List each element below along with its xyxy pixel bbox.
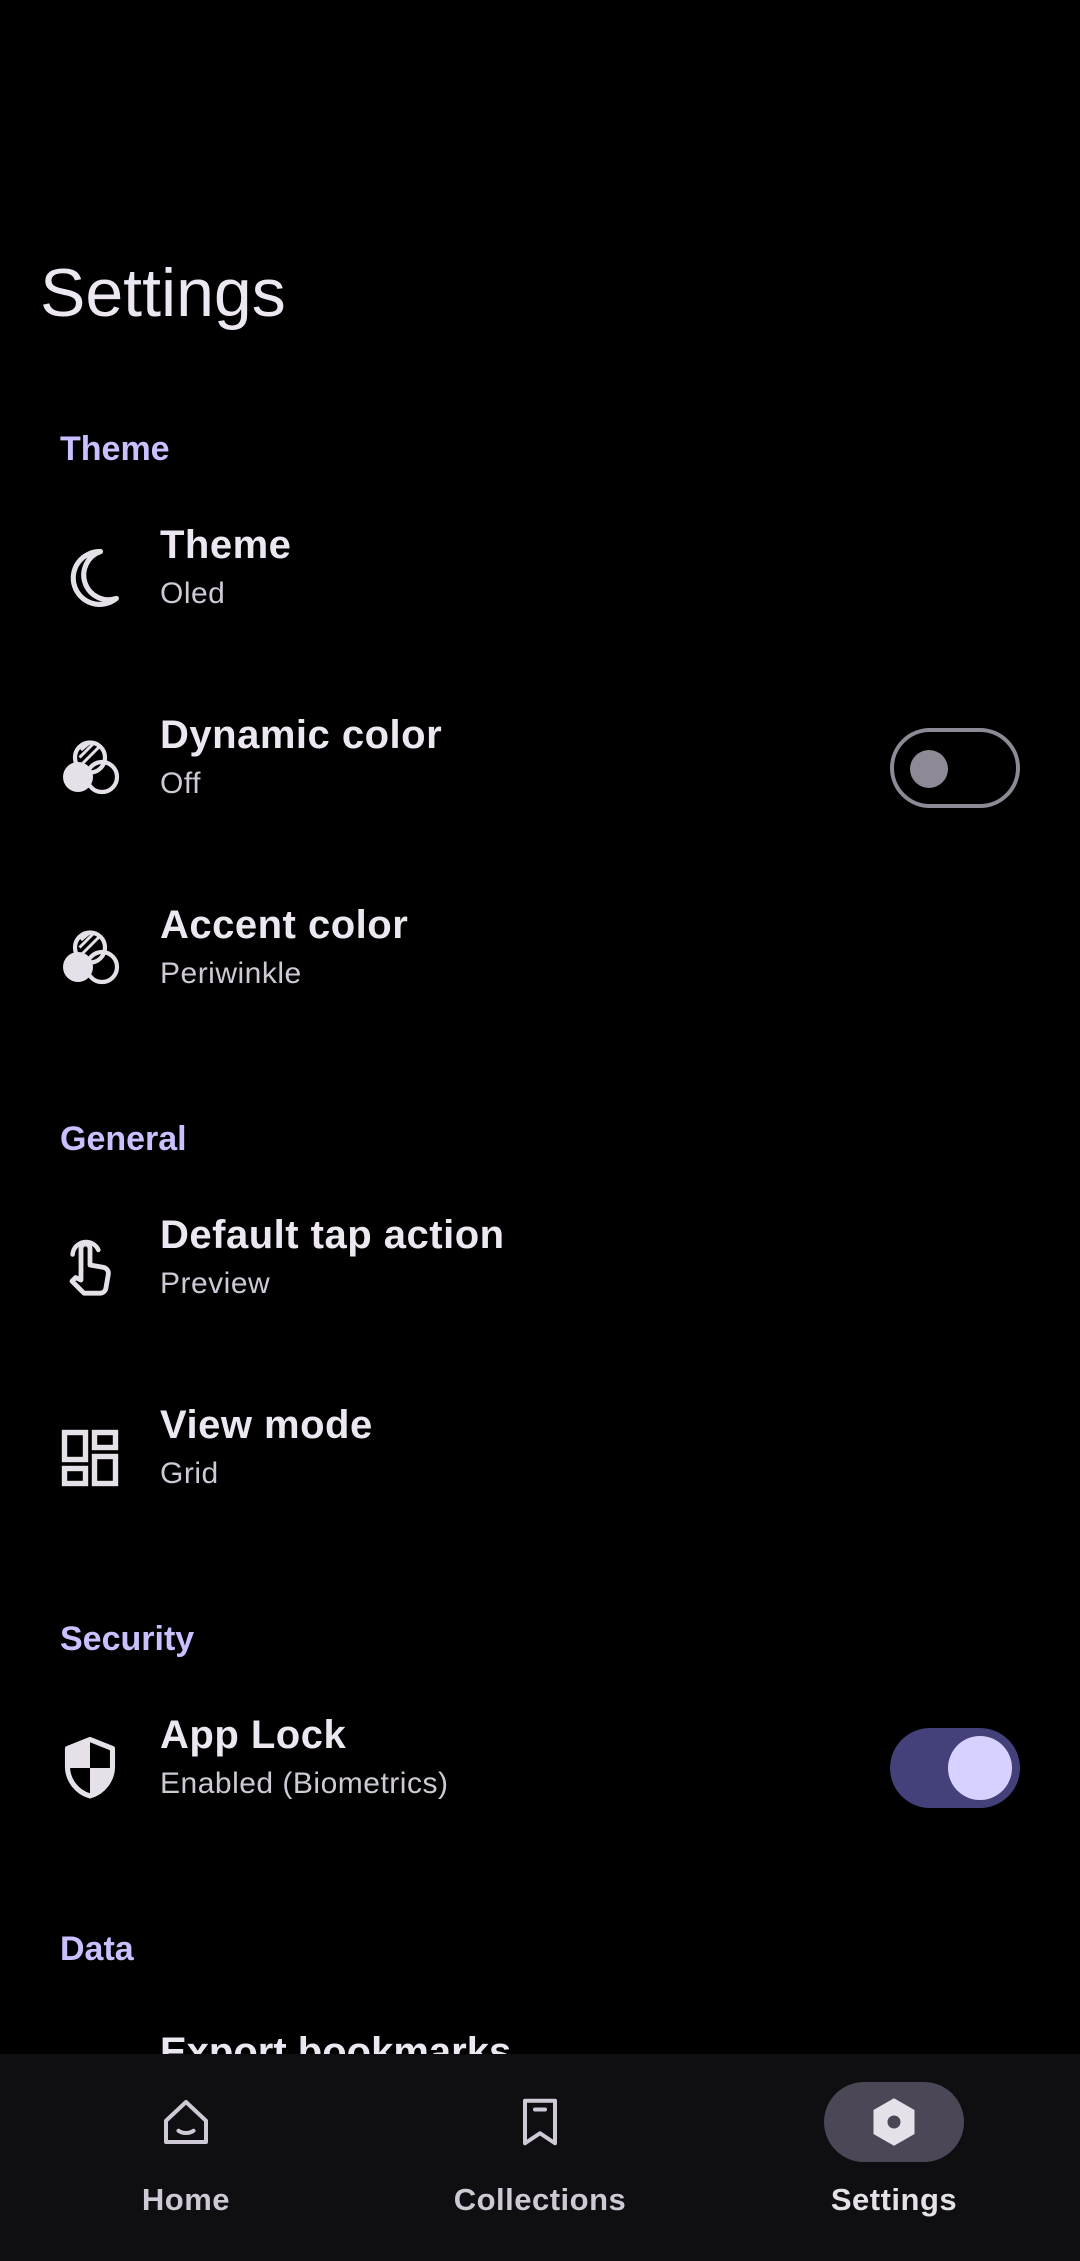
nav-item-home[interactable]: Home — [6, 2054, 366, 2261]
shield-icon — [54, 1732, 126, 1804]
color-circles-icon — [54, 922, 126, 994]
setting-row-dynamic-color[interactable]: Dynamic color Off — [0, 693, 1080, 843]
setting-row-accent-color[interactable]: Accent color Periwinkle — [0, 883, 1080, 1033]
nav-pill — [116, 2082, 256, 2162]
toggle-knob — [910, 750, 948, 788]
setting-title: App Lock — [160, 1713, 347, 1757]
setting-row-app-lock[interactable]: App Lock Enabled (Biometrics) — [0, 1693, 1080, 1843]
color-circles-icon — [54, 732, 126, 804]
setting-row-view-mode[interactable]: View mode Grid — [0, 1383, 1080, 1533]
app-lock-toggle[interactable] — [890, 1728, 1020, 1808]
section-header-security: Security — [60, 1620, 195, 1658]
nav-pill — [470, 2082, 610, 2162]
home-smile-icon — [156, 2092, 216, 2152]
setting-title: Default tap action — [160, 1213, 505, 1257]
nav-item-settings[interactable]: Settings — [714, 2054, 1074, 2261]
bookmark-icon — [510, 2092, 570, 2152]
setting-subtitle: Periwinkle — [160, 957, 302, 990]
setting-title: View mode — [160, 1403, 373, 1447]
setting-row-default-tap-action[interactable]: Default tap action Preview — [0, 1193, 1080, 1343]
dynamic-color-toggle[interactable] — [890, 728, 1020, 808]
section-header-data: Data — [60, 1930, 134, 1968]
setting-title: Theme — [160, 523, 292, 567]
grid-dashboard-icon — [54, 1422, 126, 1494]
nav-pill-active — [824, 2082, 964, 2162]
setting-subtitle: Off — [160, 767, 201, 800]
toggle-knob — [948, 1736, 1012, 1800]
setting-subtitle: Oled — [160, 577, 226, 610]
section-header-theme: Theme — [60, 430, 170, 468]
moon-icon — [54, 542, 126, 614]
page-title: Settings — [40, 255, 286, 331]
bottom-navigation-bar: Home Collections Settings — [0, 2054, 1080, 2261]
nav-label: Home — [141, 2182, 231, 2217]
setting-subtitle: Preview — [160, 1267, 271, 1300]
nav-label: Collections — [453, 2182, 627, 2217]
nav-item-collections[interactable]: Collections — [360, 2054, 720, 2261]
section-header-general: General — [60, 1120, 187, 1158]
tap-hand-icon — [54, 1232, 126, 1304]
nav-label: Settings — [830, 2182, 958, 2217]
settings-hexagon-icon — [864, 2092, 924, 2152]
setting-title: Accent color — [160, 903, 409, 947]
setting-row-theme[interactable]: Theme Oled — [0, 503, 1080, 653]
setting-subtitle: Grid — [160, 1457, 219, 1490]
setting-title: Dynamic color — [160, 713, 443, 757]
setting-subtitle: Enabled (Biometrics) — [160, 1767, 449, 1800]
